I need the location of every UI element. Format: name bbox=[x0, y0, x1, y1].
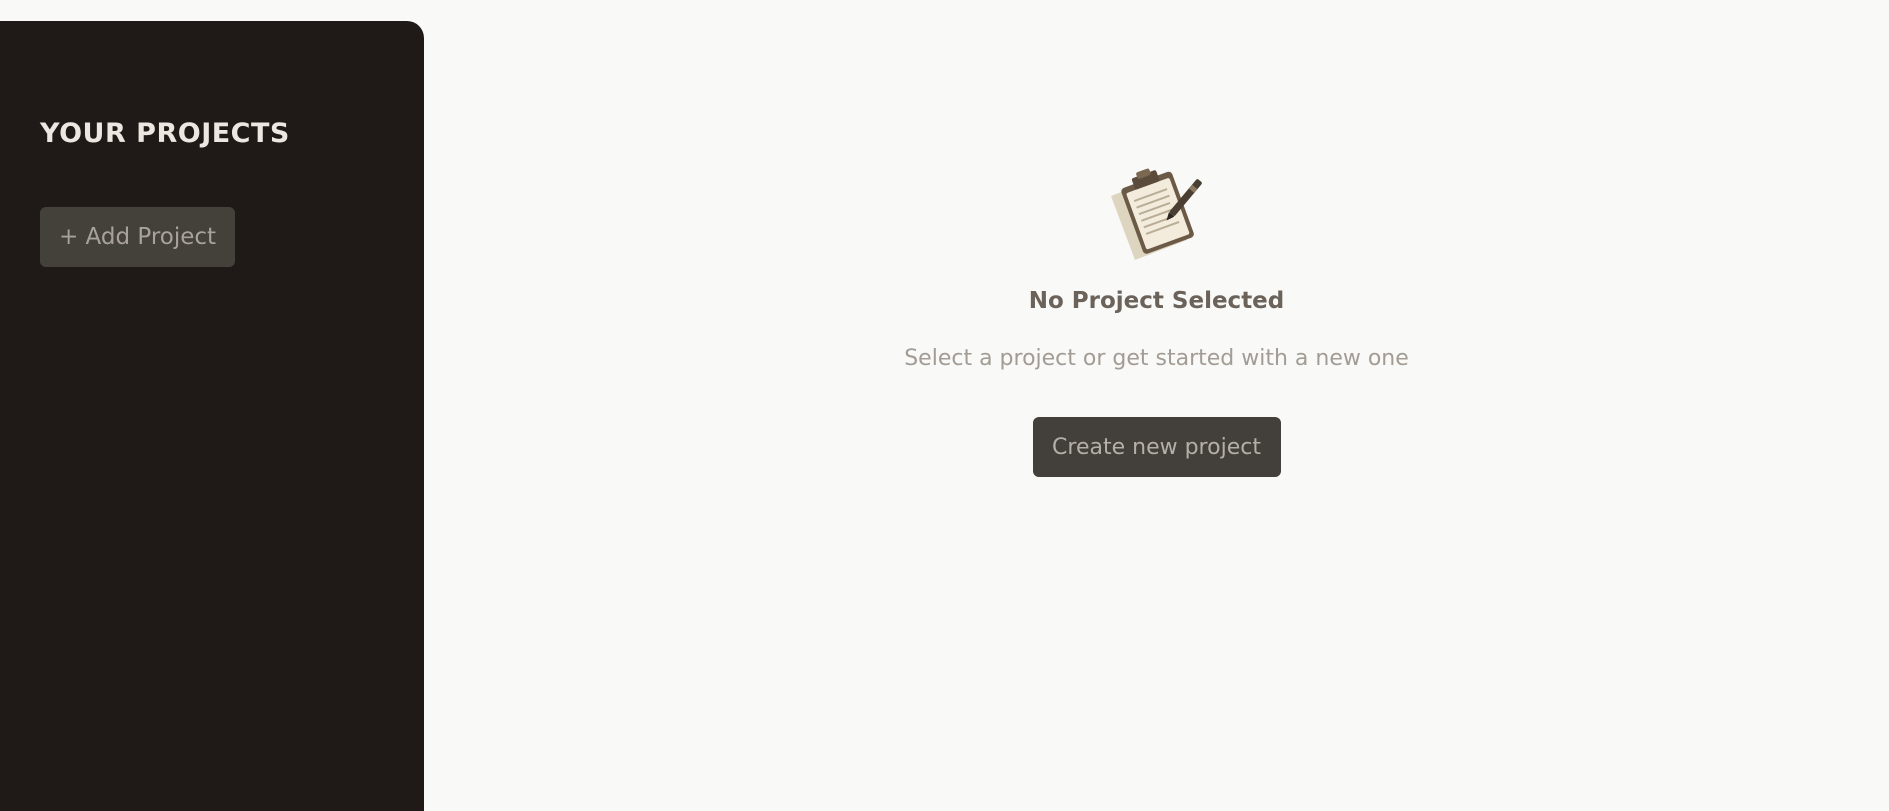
create-new-project-button[interactable]: Create new project bbox=[1032, 417, 1281, 477]
clipboard-icon bbox=[1110, 168, 1202, 260]
main-content: No Project Selected Select a project or … bbox=[424, 0, 1889, 811]
empty-state-title: No Project Selected bbox=[1028, 288, 1285, 314]
app-window: YOUR PROJECTS + Add Project No Project S… bbox=[0, 0, 1889, 811]
sidebar: YOUR PROJECTS + Add Project bbox=[0, 21, 424, 811]
empty-state: No Project Selected Select a project or … bbox=[424, 160, 1889, 477]
sidebar-title: YOUR PROJECTS bbox=[40, 118, 290, 149]
empty-state-subtitle: Select a project or get started with a n… bbox=[904, 346, 1409, 371]
add-project-button[interactable]: + Add Project bbox=[40, 207, 235, 267]
